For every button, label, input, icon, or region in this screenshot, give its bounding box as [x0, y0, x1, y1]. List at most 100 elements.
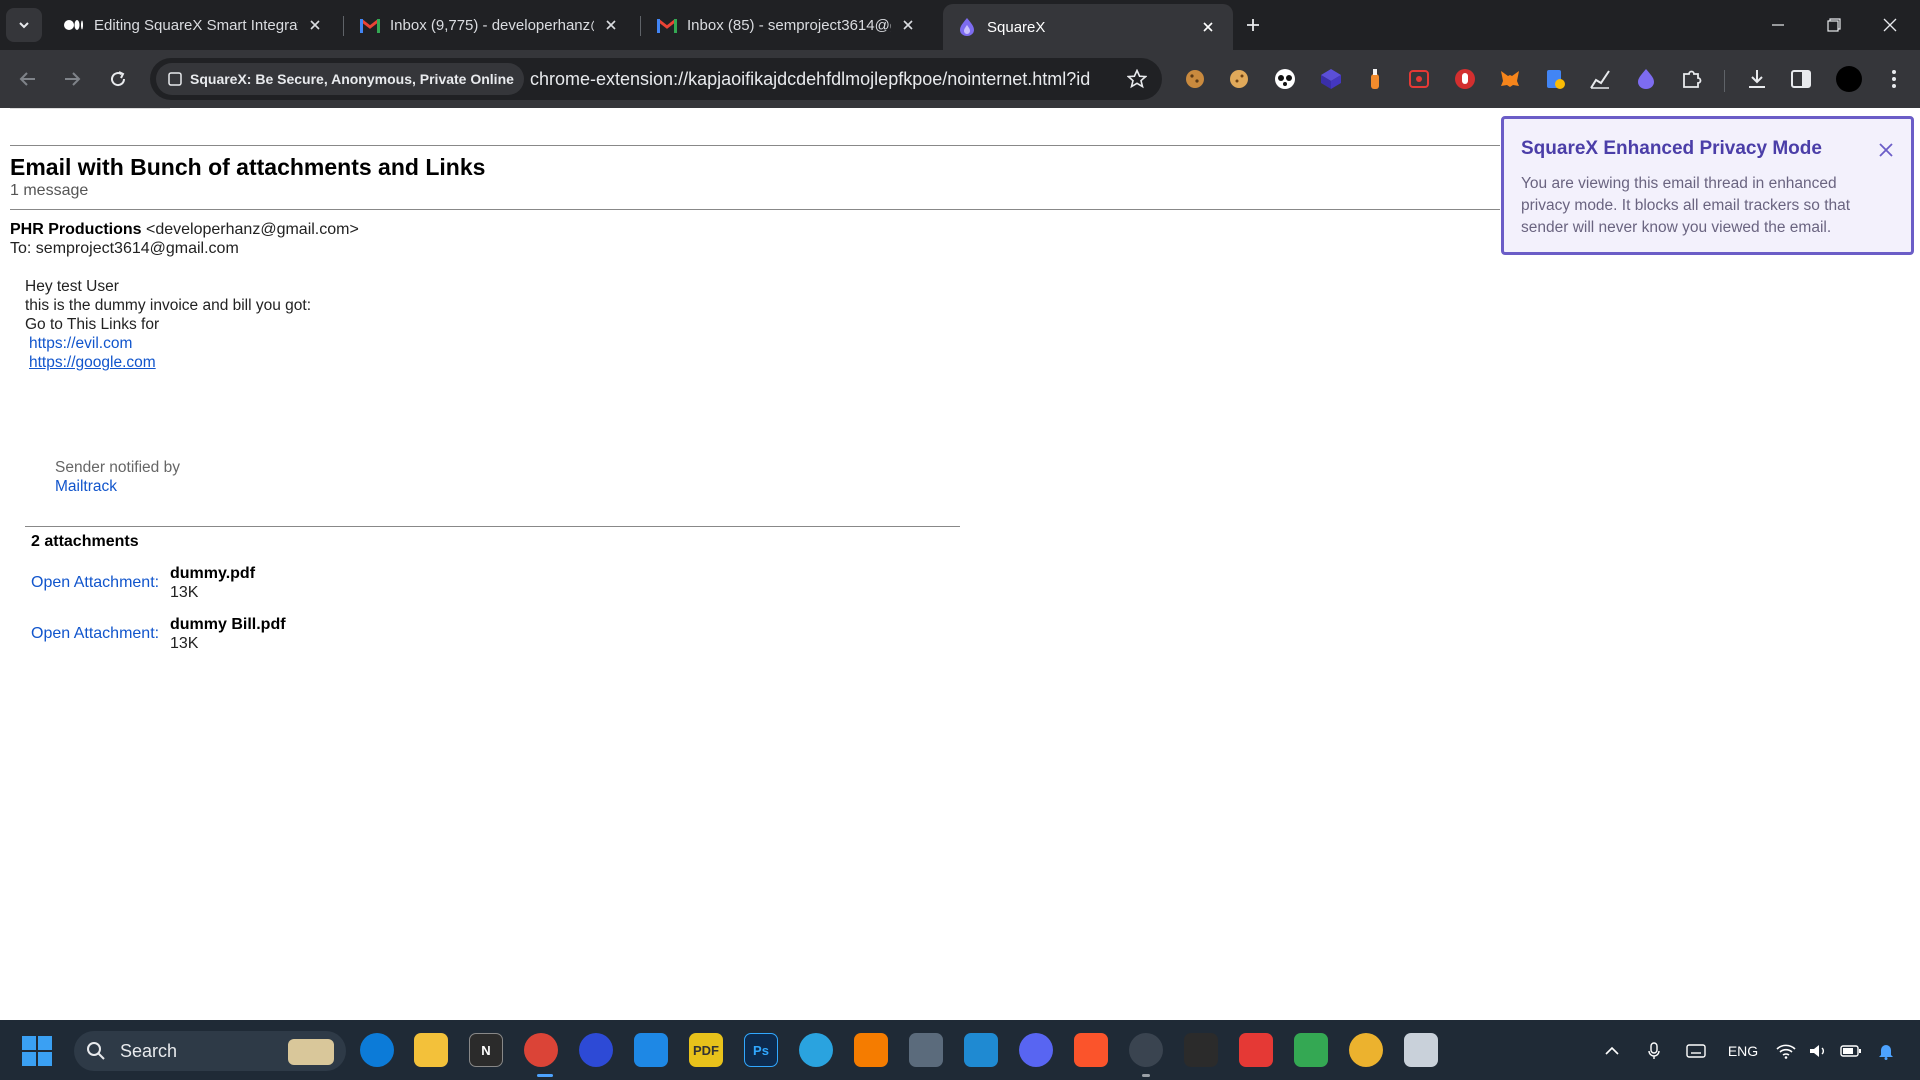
minimize-icon: [1772, 24, 1784, 26]
sender-line: PHR Productions <developerhanz@gmail.com…: [10, 221, 359, 239]
app-icon[interactable]: [579, 1033, 613, 1067]
meet-icon[interactable]: [1294, 1033, 1328, 1067]
close-icon[interactable]: [1875, 139, 1897, 161]
virtualbox-icon[interactable]: [909, 1033, 943, 1067]
taskbar-search[interactable]: Search: [74, 1031, 346, 1071]
squarex-icon: [957, 17, 977, 37]
browser-toolbar: SquareX: Be Secure, Anonymous, Private O…: [0, 50, 1920, 108]
url-text[interactable]: chrome-extension://kapjaoifikajdcdehfdlm…: [530, 69, 1090, 90]
battery-icon[interactable]: [1840, 1040, 1862, 1062]
chart-icon[interactable]: [1589, 68, 1611, 90]
close-tab-icon[interactable]: [1197, 16, 1219, 38]
link-google[interactable]: https://google.com: [29, 354, 156, 372]
anydesk-icon[interactable]: [1239, 1033, 1273, 1067]
site-info-chip[interactable]: SquareX: Be Secure, Anonymous, Private O…: [156, 63, 524, 95]
search-icon: [87, 1042, 105, 1060]
download-icon[interactable]: [1746, 68, 1768, 90]
cube-icon[interactable]: [1320, 68, 1342, 90]
volume-icon[interactable]: [1808, 1040, 1828, 1062]
site-chip-label: SquareX: Be Secure, Anonymous, Private O…: [190, 71, 514, 87]
gmail-icon: [657, 15, 677, 35]
metamask-icon[interactable]: [1499, 68, 1521, 90]
language-indicator[interactable]: ENG: [1724, 1040, 1762, 1062]
chevron-up-icon[interactable]: [1602, 1040, 1622, 1062]
profile-avatar[interactable]: [1836, 66, 1862, 92]
side-panel-icon[interactable]: [1790, 68, 1812, 90]
screen-recorder-icon[interactable]: [1408, 68, 1430, 90]
mailtrack-link[interactable]: Mailtrack: [55, 478, 117, 496]
close-window-button[interactable]: [1862, 0, 1918, 50]
panda-icon[interactable]: [1274, 68, 1296, 90]
restore-icon: [1827, 18, 1841, 32]
discord-icon[interactable]: [1019, 1033, 1053, 1067]
tab-strip: Editing SquareX Smart Integrati Inbox (9…: [0, 0, 1920, 50]
restore-button[interactable]: [1806, 0, 1862, 50]
sender-name: PHR Productions: [10, 221, 142, 238]
keyboard-icon[interactable]: [1684, 1040, 1708, 1062]
vscode-icon[interactable]: [964, 1033, 998, 1067]
plus-icon: [1247, 19, 1259, 31]
tab-squarex[interactable]: SquareX: [943, 4, 1233, 50]
terminal-icon[interactable]: [1184, 1033, 1218, 1067]
address-bar[interactable]: SquareX: Be Secure, Anonymous, Private O…: [150, 58, 1162, 100]
attachment-name: dummy.pdf: [170, 565, 256, 582]
menu-icon[interactable]: [1883, 68, 1905, 90]
squarex-flame-icon[interactable]: [1635, 68, 1657, 90]
toolbar-separator: [1724, 70, 1725, 92]
close-tab-icon[interactable]: [897, 14, 919, 36]
email-subject: Email with Bunch of attachments and Link…: [10, 154, 486, 180]
vlc-icon[interactable]: [854, 1033, 888, 1067]
puzzle-icon[interactable]: [1680, 68, 1702, 90]
mail-icon[interactable]: [634, 1033, 668, 1067]
open-attachment-link[interactable]: Open Attachment:: [31, 625, 159, 643]
popup-title: SquareX Enhanced Privacy Mode: [1521, 138, 1822, 159]
medium-icon: [64, 15, 84, 35]
printer-icon[interactable]: [1404, 1033, 1438, 1067]
cookie-editor-icon[interactable]: [1228, 68, 1250, 90]
reload-button[interactable]: [103, 64, 133, 94]
forward-button[interactable]: [57, 64, 87, 94]
reload-icon: [111, 71, 126, 87]
privacy-mode-popup: SquareX Enhanced Privacy Mode You are vi…: [1501, 116, 1914, 255]
slack-icon[interactable]: [1349, 1033, 1383, 1067]
edge-icon[interactable]: [360, 1033, 394, 1067]
divider: [10, 209, 1500, 210]
notification-bell-icon[interactable]: [1876, 1040, 1896, 1062]
hand-stop-icon[interactable]: [1454, 68, 1476, 90]
chrome-icon[interactable]: [524, 1033, 558, 1067]
windows-taskbar: Search N PDF Ps ENG: [0, 1020, 1920, 1080]
windows-start-icon[interactable]: [22, 1036, 52, 1066]
open-attachment-link[interactable]: Open Attachment:: [31, 574, 159, 592]
notion-icon[interactable]: N: [469, 1033, 503, 1067]
body-line: Go to This Links for: [25, 316, 160, 333]
attachments-header: 2 attachments: [31, 533, 139, 550]
microphone-icon[interactable]: [1644, 1040, 1664, 1062]
bookmark-star-icon[interactable]: [1126, 68, 1148, 90]
close-tab-icon[interactable]: [600, 14, 622, 36]
search-highlight-image: [288, 1039, 334, 1065]
back-button[interactable]: [13, 64, 43, 94]
close-tab-icon[interactable]: [304, 14, 326, 36]
tab-inbox-developerhanz[interactable]: Inbox (9,775) - developerhanz@: [346, 5, 636, 45]
popup-body: You are viewing this email thread in enh…: [1521, 175, 1851, 236]
attachment-size: 13K: [170, 635, 199, 652]
telegram-icon[interactable]: [799, 1033, 833, 1067]
tab-editing-squarex[interactable]: Editing SquareX Smart Integrati: [50, 5, 340, 45]
pdf-icon[interactable]: PDF: [689, 1033, 723, 1067]
brave-icon[interactable]: [1074, 1033, 1108, 1067]
tab-search-button[interactable]: [6, 8, 42, 42]
tab-inbox-semproject[interactable]: Inbox (85) - semproject3614@g: [643, 5, 933, 45]
body-line: Hey test User: [25, 278, 119, 295]
bottle-icon[interactable]: [1364, 68, 1386, 90]
file-explorer-icon[interactable]: [414, 1033, 448, 1067]
chevron-down-icon: [19, 22, 29, 29]
new-tab-button[interactable]: [1238, 10, 1268, 40]
attachment-size: 13K: [170, 584, 199, 601]
link-evil[interactable]: https://evil.com: [29, 335, 132, 353]
doc-badge-icon[interactable]: [1544, 68, 1566, 90]
minimize-button[interactable]: [1750, 0, 1806, 50]
wifi-icon[interactable]: [1776, 1040, 1796, 1062]
photoshop-icon[interactable]: Ps: [744, 1033, 778, 1067]
cookie-icon[interactable]: [1184, 68, 1206, 90]
obs-icon[interactable]: [1129, 1033, 1163, 1067]
